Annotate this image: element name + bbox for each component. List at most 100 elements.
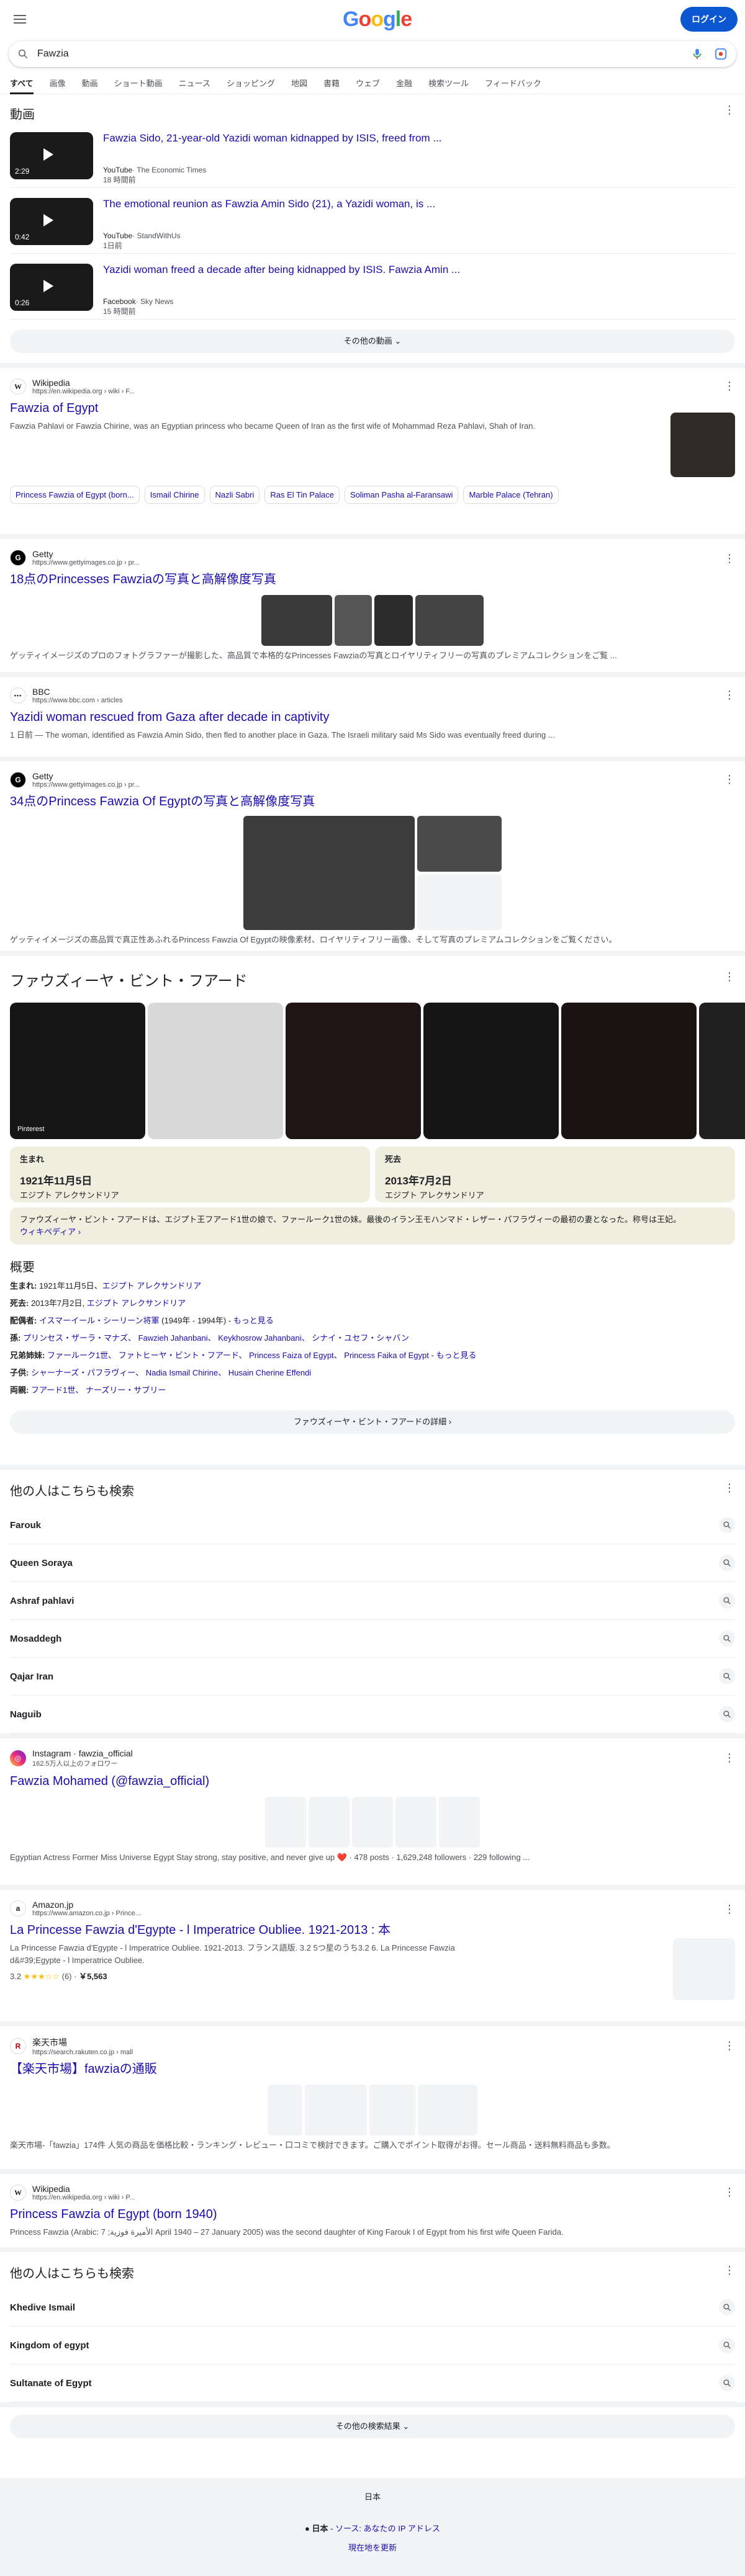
source-url[interactable]: https://en.wikipedia.org › wiki › P... xyxy=(32,2194,135,2201)
tab-11[interactable]: フィードバック xyxy=(485,73,541,94)
kp-image[interactable]: Pinterest xyxy=(10,1003,145,1139)
more-link[interactable]: もっと見る xyxy=(436,1351,476,1360)
more-options-icon[interactable]: ⋮ xyxy=(724,553,735,565)
lens-icon[interactable] xyxy=(714,47,728,61)
related-search-item[interactable]: Mosaddegh xyxy=(10,1620,735,1658)
more-options-icon[interactable]: ⋮ xyxy=(724,2040,735,2052)
result-image[interactable] xyxy=(309,1797,350,1848)
related-search-item[interactable]: Ashraf pahlavi xyxy=(10,1582,735,1620)
wikipedia-link[interactable]: ウィキペディア › xyxy=(20,1227,81,1237)
result-title[interactable]: 18点のPrincesses Fawziaの写真と高解像度写真 xyxy=(10,571,735,588)
related-chip[interactable]: Soliman Pasha al-Faransawi xyxy=(344,486,459,504)
result-title[interactable]: La Princesse Fawzia d'Egypte - l Imperat… xyxy=(10,1922,735,1938)
overview-link[interactable]: シャーナーズ・パフラヴィー、 Nadia Ismail Chirine、 Hus… xyxy=(31,1368,311,1377)
more-videos-button[interactable]: その他の動画 ⌄ xyxy=(10,329,735,353)
result-image[interactable] xyxy=(417,874,502,930)
related-search-item[interactable]: Khedive Ismail xyxy=(10,2289,735,2327)
result-image[interactable] xyxy=(439,1797,480,1848)
result-title[interactable]: 34点のPrincess Fawzia Of Egyptの写真と高解像度写真 xyxy=(10,794,735,810)
search-input[interactable] xyxy=(37,48,680,60)
kp-image[interactable] xyxy=(286,1003,421,1139)
result-image[interactable] xyxy=(265,1797,306,1848)
overview-link[interactable]: プリンセス・ザーラ・マナズ、 Fawzieh Jahanbani、 Keykho… xyxy=(23,1333,409,1343)
tab-8[interactable]: ウェブ xyxy=(356,73,380,94)
video-thumbnail[interactable]: 0:42 xyxy=(10,198,93,245)
kp-more-button[interactable]: ファウズィーヤ・ビント・フアードの詳細 › xyxy=(10,1410,735,1434)
result-title[interactable]: Yazidi woman rescued from Gaza after dec… xyxy=(10,709,735,725)
video-title[interactable]: Fawzia Sido, 21-year-old Yazidi woman ki… xyxy=(103,132,442,145)
overview-link[interactable]: エジプト アレクサンドリア xyxy=(87,1299,186,1308)
result-image[interactable] xyxy=(415,595,484,646)
result-title[interactable]: Fawzia of Egypt xyxy=(10,400,735,416)
kp-image[interactable] xyxy=(699,1003,745,1139)
google-logo[interactable]: Google xyxy=(343,7,412,32)
overview-link[interactable]: フアード1世、 ナーズリー・サブリー xyxy=(31,1385,166,1395)
more-options-icon[interactable]: ⋮ xyxy=(724,1903,735,1916)
result-title[interactable]: Princess Fawzia of Egypt (born 1940) xyxy=(10,2206,735,2222)
result-image[interactable] xyxy=(268,2085,302,2135)
more-options-icon[interactable]: ⋮ xyxy=(724,380,735,393)
more-options-icon[interactable]: ⋮ xyxy=(724,104,735,117)
overview-link[interactable]: ファールーク1世、 ファトヒーヤ・ビント・フアード、 Princess Faiz… xyxy=(47,1351,429,1360)
result-image[interactable] xyxy=(417,816,502,872)
video-item[interactable]: 0:26 Yazidi woman freed a decade after be… xyxy=(10,254,735,320)
result-image[interactable] xyxy=(352,1797,393,1848)
tab-0[interactable]: すべて xyxy=(10,73,34,94)
video-item[interactable]: 2:29 Fawzia Sido, 21-year-old Yazidi woma… xyxy=(10,122,735,188)
source-url[interactable]: https://search.rakuten.co.jp › mall xyxy=(32,2049,133,2056)
related-chip[interactable]: Nazli Sabri xyxy=(209,486,260,504)
kp-image[interactable] xyxy=(423,1003,559,1139)
tab-9[interactable]: 金融 xyxy=(396,73,412,94)
menu-icon[interactable] xyxy=(12,12,27,27)
more-options-icon[interactable]: ⋮ xyxy=(724,689,735,702)
mic-icon[interactable] xyxy=(690,47,704,61)
tab-7[interactable]: 書籍 xyxy=(323,73,340,94)
result-image[interactable] xyxy=(369,2085,415,2135)
more-link[interactable]: もっと見る xyxy=(233,1316,274,1325)
video-thumbnail[interactable]: 2:29 xyxy=(10,132,93,179)
related-search-item[interactable]: Queen Soraya xyxy=(10,1544,735,1582)
product-thumbnail[interactable] xyxy=(673,1938,735,2000)
login-button[interactable]: ログイン xyxy=(680,7,738,32)
born-fact[interactable]: 生まれ 1921年11月5日 エジプト アレクサンドリア xyxy=(10,1147,370,1202)
source-url[interactable]: https://www.amazon.co.jp › Prince... xyxy=(32,1910,141,1917)
portrait-thumbnail[interactable] xyxy=(670,413,735,477)
more-options-icon[interactable]: ⋮ xyxy=(724,1482,735,1495)
tab-4[interactable]: ニュース xyxy=(179,73,210,94)
source-url[interactable]: https://www.gettyimages.co.jp › pr... xyxy=(32,781,140,789)
source-url[interactable]: https://www.bbc.com › articles xyxy=(32,697,123,704)
tab-6[interactable]: 地図 xyxy=(291,73,307,94)
related-chip[interactable]: Marble Palace (Tehran) xyxy=(463,486,559,504)
result-image[interactable] xyxy=(261,595,332,646)
result-image[interactable] xyxy=(374,595,413,646)
location-source-link[interactable]: - ソース: あなたの IP アドレス xyxy=(328,2524,440,2533)
result-image[interactable] xyxy=(418,2085,477,2135)
more-results-button[interactable]: その他の検索結果 ⌄ xyxy=(10,2415,735,2438)
more-options-icon[interactable]: ⋮ xyxy=(724,971,735,983)
overview-link[interactable]: イスマーイール・シーリーン将軍 xyxy=(39,1316,160,1325)
kp-image[interactable] xyxy=(148,1003,283,1139)
tab-1[interactable]: 画像 xyxy=(50,73,66,94)
source-url[interactable]: https://www.gettyimages.co.jp › pr... xyxy=(32,559,140,566)
related-search-item[interactable]: Kingdom of egypt xyxy=(10,2327,735,2364)
more-options-icon[interactable]: ⋮ xyxy=(724,2186,735,2199)
result-title[interactable]: Fawzia Mohamed (@fawzia_official) xyxy=(10,1773,735,1789)
video-title[interactable]: The emotional reunion as Fawzia Amin Sid… xyxy=(103,198,435,210)
update-location-link[interactable]: 現在地を更新 xyxy=(0,2541,745,2553)
kp-image[interactable] xyxy=(561,1003,697,1139)
result-image[interactable] xyxy=(305,2085,367,2135)
related-search-item[interactable]: Qajar Iran xyxy=(10,1658,735,1696)
related-search-item[interactable]: Sultanate of Egypt xyxy=(10,2364,735,2402)
result-image[interactable] xyxy=(243,816,415,930)
related-chip[interactable]: Ras El Tin Palace xyxy=(264,486,340,504)
tab-2[interactable]: 動画 xyxy=(82,73,98,94)
more-options-icon[interactable]: ⋮ xyxy=(724,774,735,786)
video-item[interactable]: 0:42 The emotional reunion as Fawzia Amin… xyxy=(10,188,735,254)
source-url[interactable]: https://en.wikipedia.org › wiki › F... xyxy=(32,388,135,395)
more-options-icon[interactable]: ⋮ xyxy=(724,2265,735,2277)
tab-3[interactable]: ショート動画 xyxy=(114,73,163,94)
result-image[interactable] xyxy=(395,1797,436,1848)
tab-5[interactable]: ショッピング xyxy=(227,73,275,94)
related-chip[interactable]: Ismail Chirine xyxy=(144,486,205,504)
related-chip[interactable]: Princess Fawzia of Egypt (born... xyxy=(10,486,140,504)
